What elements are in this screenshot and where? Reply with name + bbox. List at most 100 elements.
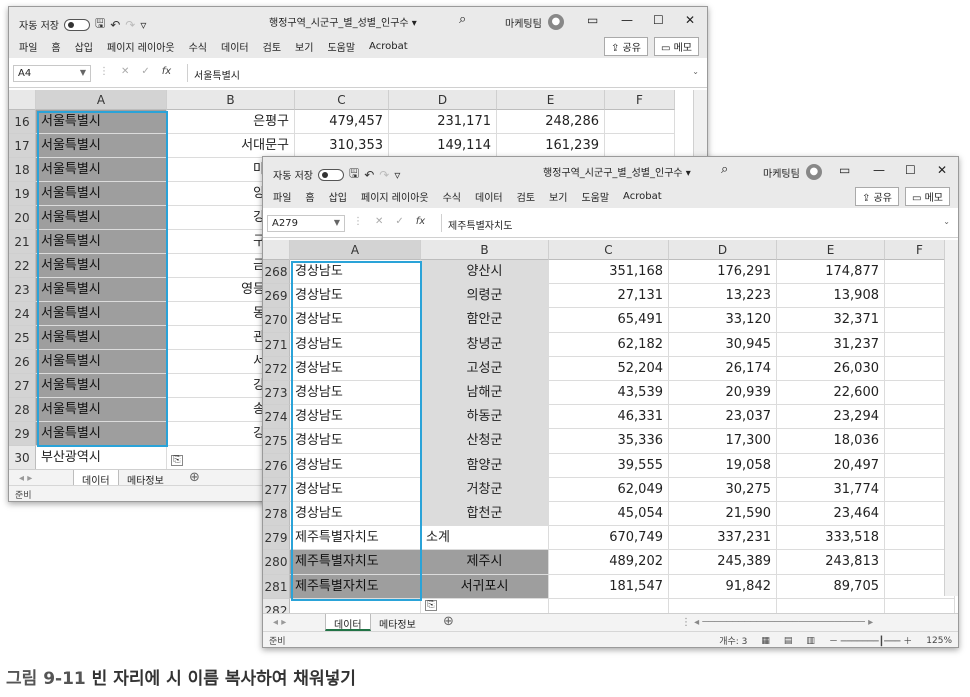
cell-d-271[interactable]: 30,945	[669, 332, 777, 357]
cell-a-272[interactable]: 경상남도	[290, 356, 421, 381]
close-icon[interactable]: ✕	[685, 13, 695, 27]
sheet-tab-meta[interactable]: 메타정보	[371, 614, 424, 631]
row-header[interactable]: 279	[263, 526, 290, 551]
cell-c-275[interactable]: 35,336	[549, 429, 669, 454]
cell-e-268[interactable]: 174,877	[777, 260, 885, 285]
row-header[interactable]: 271	[263, 332, 290, 357]
ribbon-display-icon[interactable]: ▭	[587, 13, 598, 27]
cell-a-20[interactable]: 서울특별시	[36, 206, 167, 230]
enter-icon[interactable]: ✓	[395, 216, 403, 227]
cell-a-274[interactable]: 경상남도	[290, 405, 421, 430]
cell-d-273[interactable]: 20,939	[669, 381, 777, 406]
cell-a-24[interactable]: 서울특별시	[36, 302, 167, 326]
row-header[interactable]: 275	[263, 429, 290, 454]
normal-view-icon[interactable]: ▦	[761, 636, 770, 646]
cell-c-278[interactable]: 45,054	[549, 502, 669, 527]
menu-page-layout[interactable]: 페이지 레이아웃	[107, 39, 175, 54]
cell-b-17[interactable]: 서대문구	[167, 134, 295, 158]
maximize-icon[interactable]: ☐	[653, 13, 664, 27]
row-header[interactable]: 30	[9, 446, 36, 470]
column-header-a[interactable]: A	[36, 90, 167, 110]
cell-b-269[interactable]: 의령군	[421, 284, 549, 309]
row-header[interactable]: 17	[9, 134, 36, 158]
row-header[interactable]: 281	[263, 574, 290, 599]
cell-e-275[interactable]: 18,036	[777, 429, 885, 454]
column-header-d[interactable]: D	[389, 90, 497, 110]
row-header[interactable]: 272	[263, 356, 290, 381]
close-icon[interactable]: ✕	[937, 163, 947, 177]
cell-a-268[interactable]: 경상남도	[290, 260, 421, 285]
select-all-corner[interactable]	[9, 90, 36, 110]
menu-file[interactable]: 파일	[273, 189, 291, 204]
row-header[interactable]: 19	[9, 182, 36, 206]
cell-a-280[interactable]: 제주특별자치도	[290, 550, 421, 575]
cell-c-16[interactable]: 479,457	[295, 110, 389, 134]
column-header-b[interactable]: B	[167, 90, 295, 110]
cell-c-273[interactable]: 43,539	[549, 381, 669, 406]
chevron-down-icon[interactable]: ▼	[334, 218, 340, 227]
cell-d-280[interactable]: 245,389	[669, 550, 777, 575]
cell-b-270[interactable]: 함안군	[421, 308, 549, 333]
menu-formulas[interactable]: 수식	[443, 189, 461, 204]
cell-e-16[interactable]: 248,286	[497, 110, 605, 134]
save-icon[interactable]: 🖫	[349, 164, 359, 185]
cell-f-17[interactable]	[605, 134, 675, 158]
row-header[interactable]: 277	[263, 477, 290, 502]
user-account[interactable]: 마케팅팀 ●	[505, 14, 564, 30]
expand-formula-icon[interactable]: ⌄	[943, 217, 950, 226]
menu-formulas[interactable]: 수식	[189, 39, 207, 54]
cell-b-275[interactable]: 산청군	[421, 429, 549, 454]
cell-a-21[interactable]: 서울특별시	[36, 230, 167, 254]
row-header[interactable]: 270	[263, 308, 290, 333]
cell-c-277[interactable]: 62,049	[549, 477, 669, 502]
menu-acrobat[interactable]: Acrobat	[623, 191, 662, 202]
menu-data[interactable]: 데이터	[475, 189, 503, 204]
cell-a-17[interactable]: 서울특별시	[36, 134, 167, 158]
cell-a-29[interactable]: 서울특별시	[36, 422, 167, 446]
cell-a-275[interactable]: 경상남도	[290, 429, 421, 454]
menu-help[interactable]: 도움말	[581, 189, 609, 204]
cell-c-280[interactable]: 489,202	[549, 550, 669, 575]
column-header-e[interactable]: E	[777, 240, 885, 260]
autosave-toggle[interactable]: 자동 저장 🖫 ↶ ↷ ▿	[273, 164, 400, 185]
cell-c-270[interactable]: 65,491	[549, 308, 669, 333]
row-header[interactable]: 29	[9, 422, 36, 446]
cell-b-273[interactable]: 남해군	[421, 381, 549, 406]
customize-toolbar-icon[interactable]: ▿	[140, 18, 146, 32]
insert-function-icon[interactable]: fx	[162, 66, 171, 77]
sheet-nav-arrows-icon[interactable]: ◂ ▸	[273, 617, 286, 628]
cell-a-19[interactable]: 서울특별시	[36, 182, 167, 206]
menu-page-layout[interactable]: 페이지 레이아웃	[361, 189, 429, 204]
cell-b-271[interactable]: 창녕군	[421, 332, 549, 357]
cell-a-26[interactable]: 서울특별시	[36, 350, 167, 374]
menu-insert[interactable]: 삽입	[329, 189, 347, 204]
zoom-level[interactable]: 125%	[926, 636, 952, 646]
row-header[interactable]: 16	[9, 110, 36, 134]
column-header-a[interactable]: A	[290, 240, 421, 260]
row-header[interactable]: 280	[263, 550, 290, 575]
select-all-corner[interactable]	[263, 240, 290, 260]
cell-a-269[interactable]: 경상남도	[290, 284, 421, 309]
cell-d-268[interactable]: 176,291	[669, 260, 777, 285]
redo-icon[interactable]: ↷	[379, 168, 389, 182]
row-header[interactable]: 274	[263, 405, 290, 430]
horizontal-scrollbar-icon[interactable]: ⋮ ◂ ─────────────────────────── ▸	[681, 617, 873, 628]
cell-a-22[interactable]: 서울특별시	[36, 254, 167, 278]
cell-a-25[interactable]: 서울특별시	[36, 326, 167, 350]
cell-e-271[interactable]: 31,237	[777, 332, 885, 357]
cell-e-277[interactable]: 31,774	[777, 477, 885, 502]
formula-input[interactable]: 제주특별자치도 ⌄	[441, 214, 954, 232]
page-layout-view-icon[interactable]: ▤	[784, 636, 793, 646]
row-header[interactable]: 278	[263, 502, 290, 527]
toggle-switch-icon[interactable]	[63, 18, 90, 31]
row-header[interactable]: 269	[263, 284, 290, 309]
expand-formula-icon[interactable]: ⌄	[692, 67, 699, 76]
cell-a-16[interactable]: 서울특별시	[36, 110, 167, 134]
column-header-c[interactable]: C	[549, 240, 669, 260]
share-button[interactable]: ⇪ 공유	[603, 37, 648, 56]
menu-home[interactable]: 홈	[51, 39, 60, 54]
name-box[interactable]: A279 ▼	[267, 215, 345, 232]
cell-c-17[interactable]: 310,353	[295, 134, 389, 158]
chevron-down-icon[interactable]: ▼	[80, 68, 86, 77]
cell-c-279[interactable]: 670,749	[549, 526, 669, 551]
